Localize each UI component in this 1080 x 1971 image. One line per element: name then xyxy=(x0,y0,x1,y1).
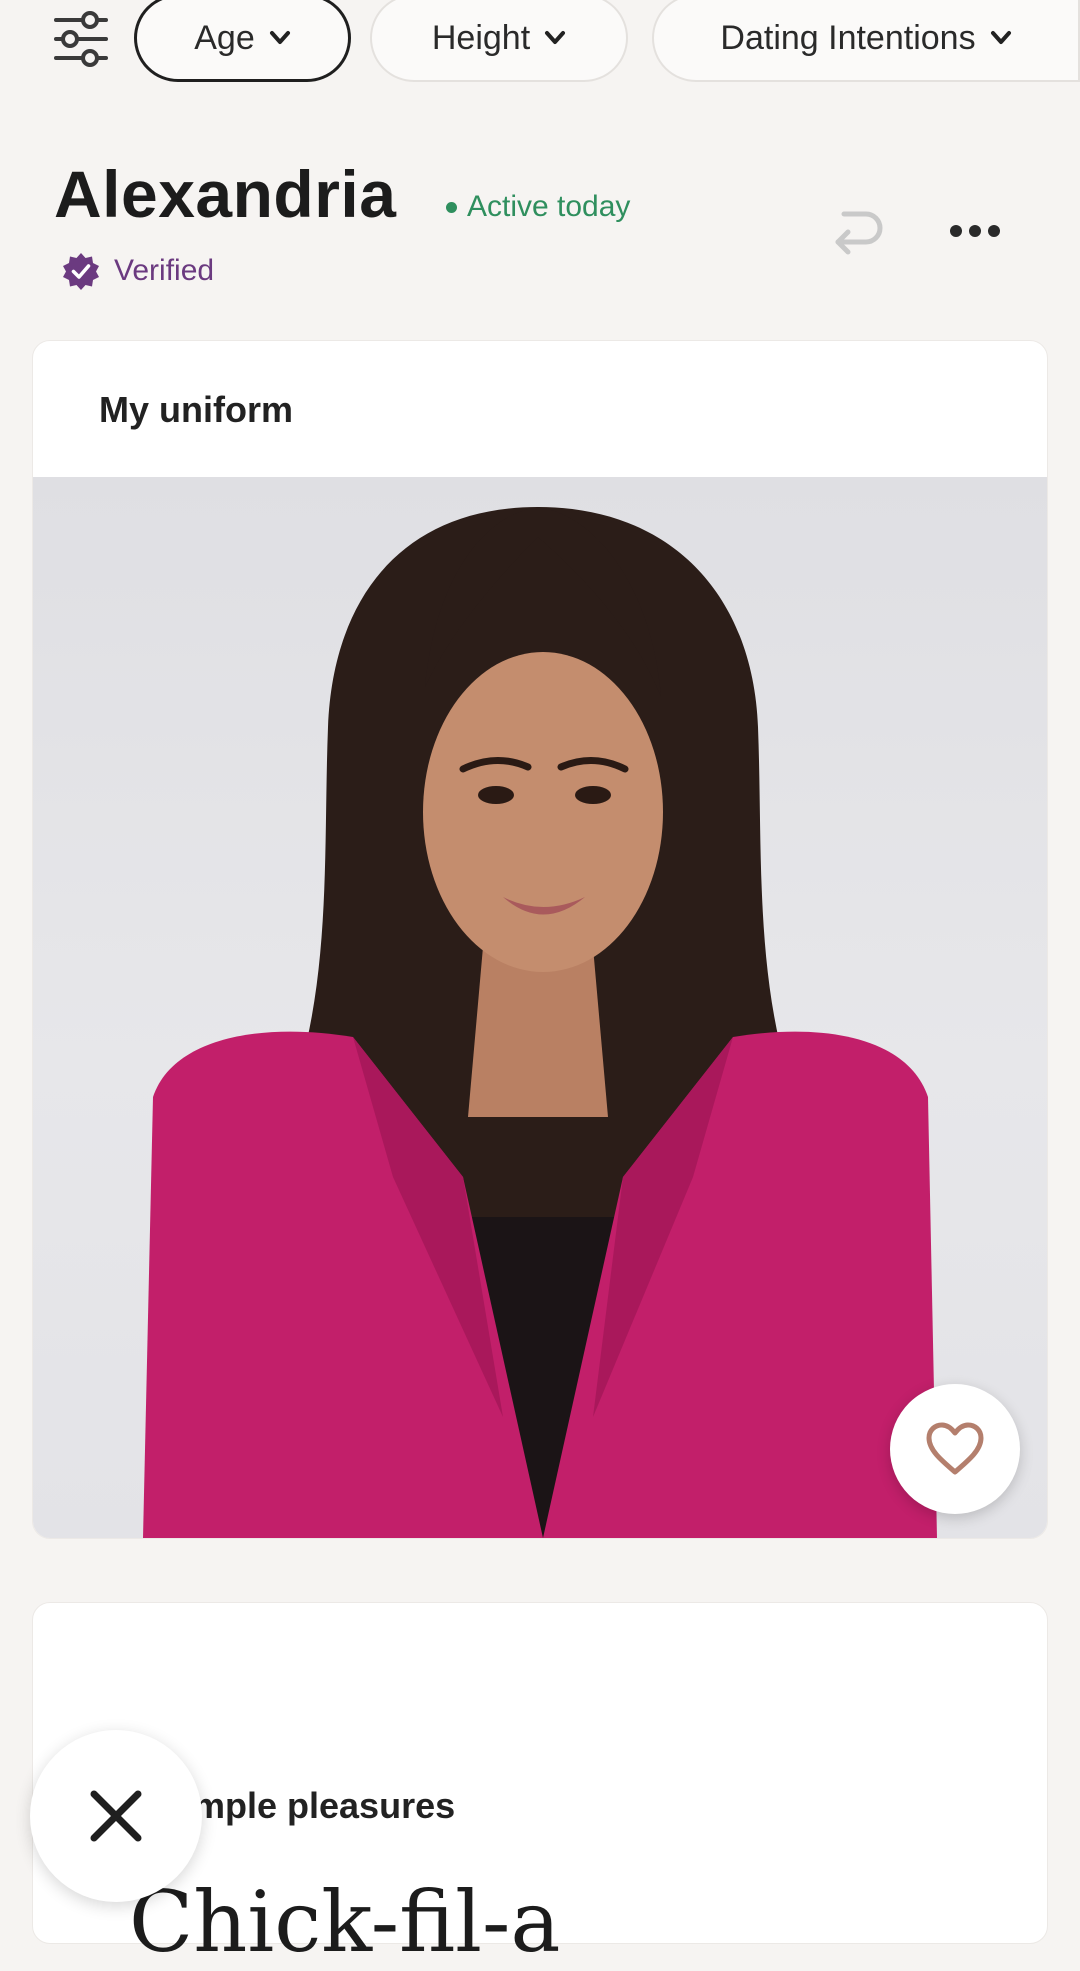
chevron-down-icon xyxy=(545,31,566,44)
profile-photo[interactable] xyxy=(33,477,1047,1538)
prompt-answer: Chick-fil-a xyxy=(129,1873,561,1971)
height-filter-button[interactable]: Height xyxy=(370,0,628,82)
prompt-photo-card: My uniform xyxy=(32,340,1048,1539)
heart-icon xyxy=(926,1422,984,1475)
like-button[interactable] xyxy=(890,1384,1020,1514)
verified-icon xyxy=(63,253,99,290)
sliders-icon[interactable] xyxy=(50,8,112,70)
verified-badge: Verified xyxy=(62,252,214,290)
undo-icon[interactable] xyxy=(830,206,886,256)
dating-intentions-filter-button[interactable]: Dating Intentions xyxy=(652,0,1080,82)
active-dot-icon xyxy=(446,201,457,213)
activity-label: Active today xyxy=(467,190,631,223)
age-filter-label: Age xyxy=(194,18,255,57)
skip-button[interactable] xyxy=(30,1730,202,1902)
age-filter-button[interactable]: Age xyxy=(134,0,351,82)
dating-intentions-filter-label: Dating Intentions xyxy=(720,18,976,57)
verified-label: Verified xyxy=(114,254,215,287)
more-icon[interactable] xyxy=(946,216,1004,246)
profile-name: Alexandria xyxy=(54,157,397,231)
height-filter-label: Height xyxy=(431,18,531,57)
activity-status: Active today xyxy=(446,190,630,224)
prompt-question: mple pleasures xyxy=(193,1785,456,1826)
filter-bar: Age Height Dating Intentions xyxy=(0,0,1080,90)
close-icon xyxy=(90,1790,142,1842)
chevron-down-icon xyxy=(990,31,1011,44)
photo-caption: My uniform xyxy=(99,389,293,430)
chevron-down-icon xyxy=(269,31,290,44)
